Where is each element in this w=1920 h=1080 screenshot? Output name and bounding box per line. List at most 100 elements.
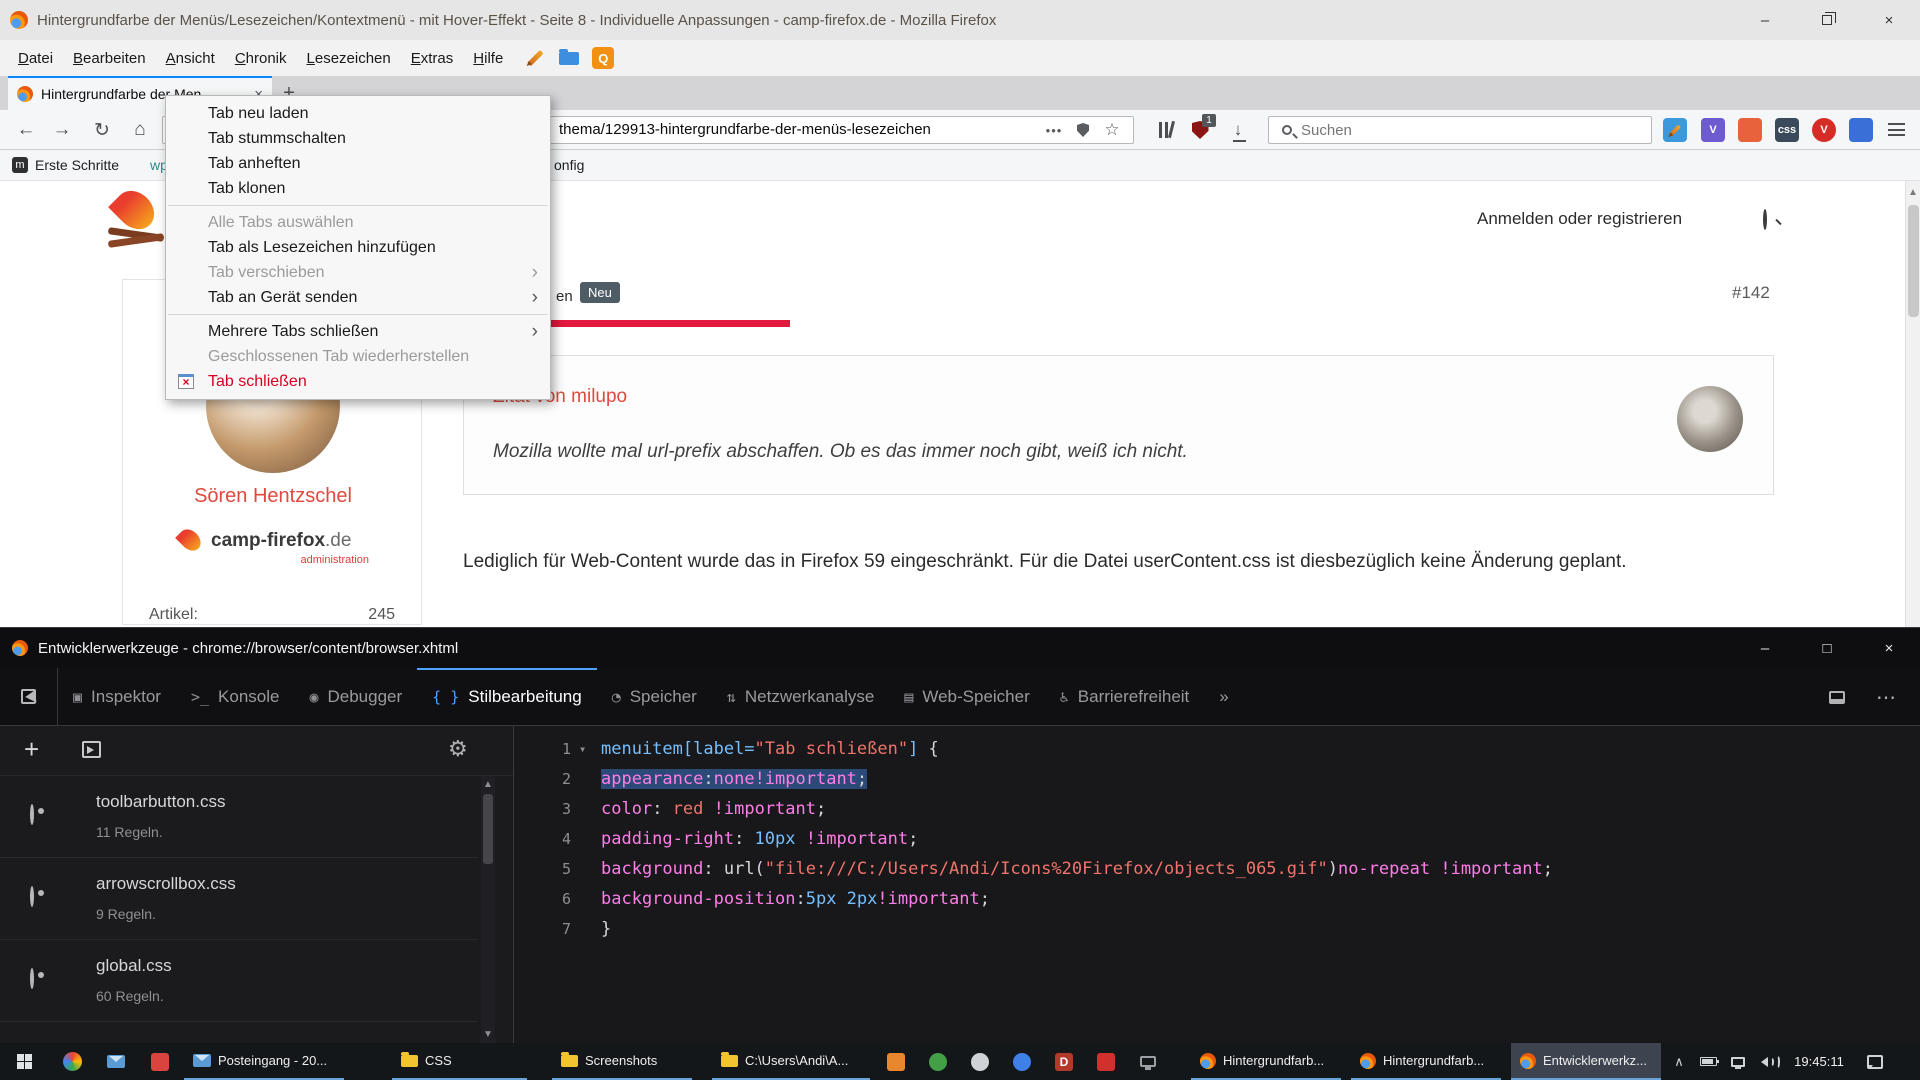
close-button[interactable]: × (1858, 0, 1920, 40)
tray-app-gray-icon[interactable] (960, 1043, 1000, 1080)
pinned-red-app-icon[interactable] (140, 1043, 180, 1080)
tab-stilbearbeitung[interactable]: { }Stilbearbeitung (417, 668, 597, 725)
folder-toolbar-icon[interactable] (557, 46, 581, 70)
network-icon[interactable] (1724, 1043, 1752, 1080)
tab-web-speicher[interactable]: ▤Web-Speicher (889, 668, 1044, 725)
campfire-logo[interactable] (104, 187, 168, 247)
scroll-up-icon[interactable]: ▲ (481, 776, 495, 790)
reload-icon[interactable]: ↻ (84, 110, 120, 150)
element-picker-button[interactable] (0, 668, 58, 725)
bookmark-config-fragment[interactable]: onfig (554, 157, 584, 173)
post-number[interactable]: #142 (1732, 283, 1770, 303)
devtools-close-button[interactable]: × (1858, 628, 1920, 668)
tray-app-d-icon[interactable]: D (1044, 1043, 1084, 1080)
taskbar-button-firefox-1[interactable]: Hintergrundfarb... (1191, 1043, 1341, 1080)
scrollbar-thumb[interactable] (483, 794, 493, 864)
brush-extension-icon[interactable] (1738, 118, 1762, 142)
gear-icon[interactable]: ⚙ (448, 736, 468, 762)
tab-barrierefreiheit[interactable]: ♿Barrierefreiheit (1045, 668, 1205, 725)
menu-hilfe[interactable]: Hilfe (463, 46, 513, 71)
split-console-button[interactable] (1817, 668, 1857, 726)
tray-app-orange-icon[interactable] (876, 1043, 916, 1080)
scrollbar-thumb[interactable] (1908, 205, 1919, 317)
search-input[interactable] (1301, 117, 1631, 143)
context-menu-item-mehrere-tabs-schliessen[interactable]: Mehrere Tabs schließen› (166, 319, 550, 344)
pinned-mail-icon[interactable] (96, 1043, 136, 1080)
context-menu-item-tab-stummschalten[interactable]: Tab stummschalten (166, 126, 550, 151)
page-scrollbar[interactable]: ▲ (1905, 181, 1920, 627)
taskbar-button-screenshots[interactable]: Screenshots (552, 1043, 692, 1080)
tray-app-blue-icon[interactable] (1002, 1043, 1042, 1080)
search-bar[interactable] (1268, 116, 1652, 144)
blue-extension-icon[interactable] (1849, 118, 1873, 142)
restore-button[interactable] (1796, 0, 1858, 40)
battery-icon[interactable] (1694, 1043, 1722, 1080)
tab-speicher[interactable]: ◔Speicher (597, 668, 712, 725)
shield-icon[interactable] (1073, 117, 1093, 143)
tray-chevron-icon[interactable]: ∧ (1666, 1043, 1692, 1080)
forum-search-icon[interactable] (1763, 211, 1767, 229)
tray-app-green-icon[interactable] (918, 1043, 958, 1080)
action-center-icon[interactable] (1858, 1043, 1892, 1080)
menu-chronik[interactable]: Chronik (225, 46, 297, 71)
stylesheet-arrowscrollbox[interactable]: arrowscrollbox.css 9 Regeln. (0, 858, 478, 940)
start-button[interactable] (0, 1043, 48, 1080)
devtools-minimize-button[interactable]: – (1734, 628, 1796, 668)
menu-extras[interactable]: Extras (401, 46, 464, 71)
import-stylesheet-icon[interactable] (82, 741, 101, 758)
back-icon[interactable]: ← (8, 110, 44, 150)
menu-bearbeiten[interactable]: Bearbeiten (63, 46, 156, 71)
visibility-eye-icon[interactable] (30, 970, 34, 988)
context-menu-item-tab-schliessen[interactable]: ×Tab schließen (166, 369, 550, 394)
bookmark-star-icon[interactable]: ☆ (1101, 117, 1123, 143)
volume-icon[interactable] (1754, 1043, 1782, 1080)
context-menu-item-tab-klonen[interactable]: Tab klonen (166, 176, 550, 201)
taskbar-button-devtools[interactable]: Entwicklerwerkz... (1511, 1043, 1661, 1080)
ublock-icon[interactable]: 1 (1182, 110, 1218, 150)
devtools-maximize-button[interactable]: □ (1796, 628, 1858, 668)
library-icon[interactable] (1142, 110, 1178, 150)
sidebar-scrollbar[interactable]: ▲ ▼ (481, 776, 495, 1043)
home-icon[interactable]: ⌂ (122, 110, 158, 150)
fold-arrow-icon[interactable]: ▾ (579, 742, 601, 756)
red-v-extension-icon[interactable]: V (1812, 118, 1836, 142)
tab-inspektor[interactable]: ▣Inspektor (58, 668, 176, 725)
bookmark-erste-schritte[interactable]: Erste Schritte (35, 157, 119, 173)
more-tabs-button[interactable]: » (1204, 668, 1243, 725)
menu-datei[interactable]: Datei (8, 46, 63, 71)
context-menu-item-tab-anheften[interactable]: Tab anheften (166, 151, 550, 176)
quote-author-avatar[interactable] (1677, 386, 1743, 452)
download-icon[interactable]: ↓ (1220, 110, 1256, 150)
css-extension-icon[interactable]: css (1775, 118, 1799, 142)
visibility-eye-icon[interactable] (30, 888, 34, 906)
page-actions-icon[interactable]: ••• (1039, 117, 1069, 143)
tab-debugger[interactable]: ◉Debugger (294, 668, 417, 725)
user-name[interactable]: Sören Hentzschel (123, 485, 423, 508)
v-extension-icon[interactable]: V (1701, 118, 1725, 142)
devtools-menu-button[interactable]: ⋯ (1866, 668, 1906, 726)
context-menu-item-tab-neu-laden[interactable]: Tab neu laden (166, 101, 550, 126)
menu-lesezeichen[interactable]: Lesezeichen (297, 46, 401, 71)
minimize-button[interactable]: – (1734, 0, 1796, 40)
taskbar-button-posteingang[interactable]: Posteingang - 20... (184, 1043, 344, 1080)
context-menu-item-tab-als-lesezeichen[interactable]: Tab als Lesezeichen hinzufügen (166, 235, 550, 260)
stylesheet-global[interactable]: global.css 60 Regeln. (0, 940, 478, 1022)
taskbar-button-firefox-2[interactable]: Hintergrundfarb... (1351, 1043, 1501, 1080)
tab-konsole[interactable]: >_Konsole (176, 668, 295, 725)
forward-icon[interactable]: → (44, 110, 80, 150)
stylesheet-toolbarbutton[interactable]: toolbarbutton.css 11 Regeln. (0, 776, 478, 858)
pinned-browser-icon[interactable] (52, 1043, 92, 1080)
pencil-extension-icon[interactable] (1663, 118, 1687, 142)
taskbar-button-explorer[interactable]: C:\Users\Andi\A... (712, 1043, 870, 1080)
taskbar-clock[interactable]: 19:45:11 (1786, 1043, 1852, 1080)
compose-pencil-icon[interactable] (523, 46, 547, 70)
hamburger-menu-icon[interactable] (1888, 123, 1905, 136)
menu-ansicht[interactable]: Ansicht (156, 46, 225, 71)
new-stylesheet-button[interactable]: + (24, 734, 39, 765)
context-menu-item-tab-an-geraet-senden[interactable]: Tab an Gerät senden› (166, 285, 550, 310)
taskbar-button-css-folder[interactable]: CSS (392, 1043, 527, 1080)
css-source-editor[interactable]: 1 ▾ menuitem[label="Tab schließen"] { 2 … (515, 726, 1920, 1043)
scroll-down-icon[interactable]: ▼ (481, 1029, 495, 1040)
tab-netzwerkanalyse[interactable]: ⇅Netzwerkanalyse (712, 668, 889, 725)
tray-app-red-icon[interactable] (1086, 1043, 1126, 1080)
